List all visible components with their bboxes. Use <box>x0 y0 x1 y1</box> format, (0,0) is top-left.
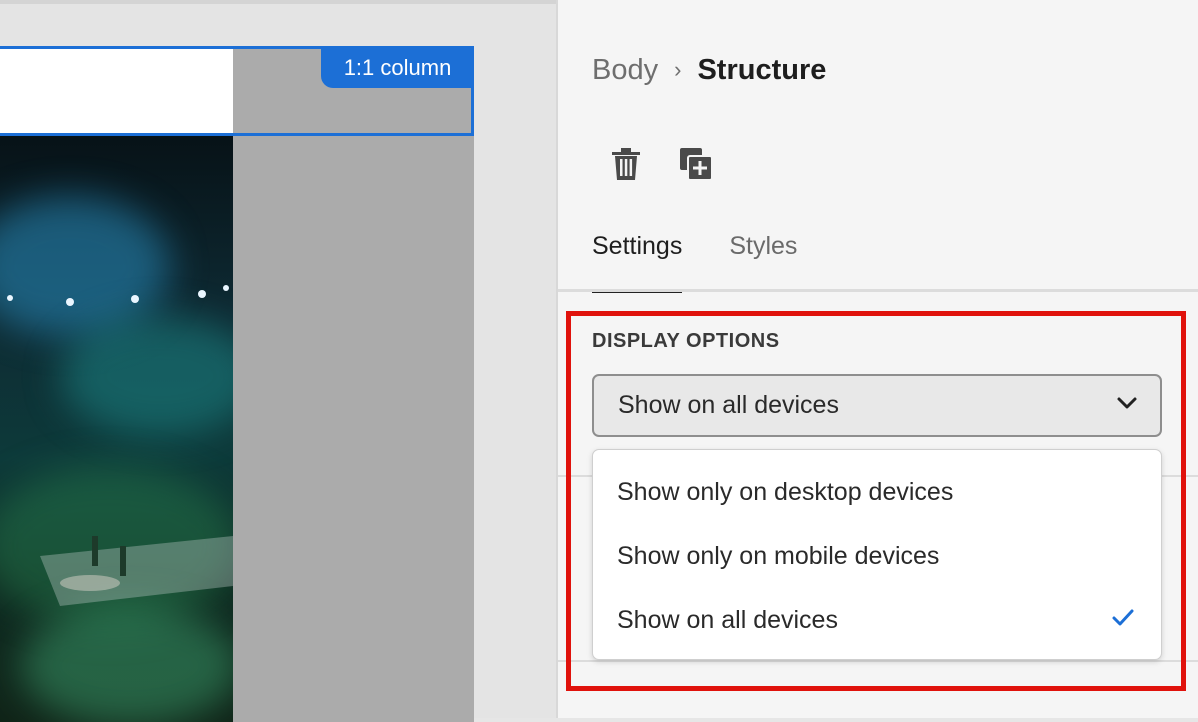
email-canvas: 1:1 column <box>0 0 556 722</box>
chevron-right-icon: › <box>674 57 682 82</box>
display-options-picker[interactable]: Show on all devices <box>592 374 1162 437</box>
menu-item-label: Show only on desktop devices <box>617 477 954 506</box>
menu-item-all-devices[interactable]: Show on all devices <box>593 588 1161 652</box>
breadcrumb-parent[interactable]: Body <box>592 54 658 87</box>
display-options-menu: Show only on desktop devices Show only o… <box>592 449 1162 660</box>
delete-button[interactable] <box>606 146 646 186</box>
panel-tabs: Settings Styles <box>592 224 797 293</box>
checkmark-icon <box>1111 606 1135 635</box>
concert-hero-image[interactable] <box>0 136 233 722</box>
tab-styles[interactable]: Styles <box>729 224 797 268</box>
duplicate-icon <box>679 147 713 186</box>
breadcrumb: Body › Structure <box>592 50 826 90</box>
column-empty-area[interactable] <box>0 49 233 134</box>
trash-icon <box>611 147 641 186</box>
breadcrumb-current: Structure <box>697 53 827 86</box>
tabs-divider <box>558 289 1198 292</box>
menu-item-desktop[interactable]: Show only on desktop devices <box>593 460 1161 524</box>
menu-item-mobile[interactable]: Show only on mobile devices <box>593 524 1161 588</box>
properties-panel: Body › Structure Settings Styles DISPLAY… <box>556 0 1198 718</box>
column-label-badge[interactable]: 1:1 column <box>321 48 474 88</box>
chevron-down-icon <box>1116 396 1138 415</box>
display-options-label: DISPLAY OPTIONS <box>592 330 780 352</box>
tab-settings[interactable]: Settings <box>592 224 683 293</box>
duplicate-button[interactable] <box>676 146 716 186</box>
picker-selected-value: Show on all devices <box>618 391 839 419</box>
section-divider <box>558 660 1198 662</box>
menu-item-label: Show on all devices <box>617 605 838 634</box>
menu-item-label: Show only on mobile devices <box>617 541 940 570</box>
component-toolbar <box>606 146 716 186</box>
